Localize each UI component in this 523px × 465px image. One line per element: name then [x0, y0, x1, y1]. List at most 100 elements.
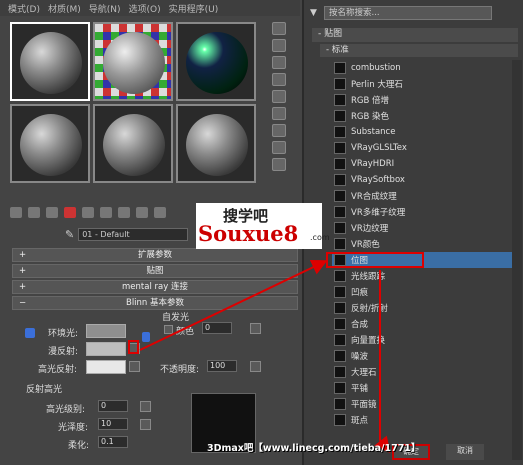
rollout-extended-parameters[interactable]: + 扩展参数 — [12, 248, 298, 262]
map-type-icon — [334, 350, 346, 362]
put-to-scene-icon[interactable] — [28, 206, 40, 218]
sample-sphere — [186, 114, 248, 176]
backlight-icon[interactable] — [272, 39, 286, 52]
ambient-diffuse-lock-icon[interactable] — [25, 328, 35, 338]
map-type-icon — [334, 190, 346, 202]
rollout-blinn-basic[interactable]: − Blinn 基本参数 — [12, 296, 298, 310]
map-item[interactable]: 大理石 — [332, 364, 522, 380]
sample-sphere — [20, 32, 82, 94]
opacity-label: 不透明度: — [160, 365, 200, 375]
self-illumination-map-button[interactable] — [250, 323, 261, 334]
show-in-viewport-icon[interactable] — [154, 206, 166, 218]
map-item[interactable]: 光线跟踪 — [332, 268, 522, 284]
map-item[interactable]: VR多维子纹理 — [332, 204, 522, 220]
map-type-icon — [334, 366, 346, 378]
map-item-label: VR边纹理 — [351, 224, 389, 234]
background-icon[interactable] — [272, 56, 286, 69]
map-item-label: VRaySoftbox — [351, 175, 405, 185]
map-item[interactable]: 反射/折射 — [332, 300, 522, 316]
sample-slot[interactable] — [176, 104, 256, 183]
sample-slot[interactable] — [176, 22, 256, 101]
specular-level-map-button[interactable] — [140, 401, 151, 412]
get-material-icon[interactable] — [10, 206, 22, 218]
menu-options[interactable]: 选项(O) — [129, 2, 161, 15]
assign-to-selection-icon[interactable] — [46, 206, 58, 218]
map-item[interactable]: Substance — [332, 124, 522, 140]
scrollbar[interactable] — [512, 60, 522, 460]
map-type-icon — [334, 334, 346, 346]
map-list: combustion Perlin 大理石 RGB 倍增 RGB 染色 Substanc… — [332, 60, 522, 428]
category-maps[interactable]: - 贴图 — [312, 28, 518, 42]
search-input[interactable]: 按名称搜索... — [324, 6, 492, 20]
menu-utilities[interactable]: 实用程序(U) — [169, 2, 219, 15]
rollout-maps[interactable]: + 贴图 — [12, 264, 298, 278]
menu-material[interactable]: 材质(M) — [48, 2, 81, 15]
opacity-map-button[interactable] — [250, 361, 261, 372]
sample-type-icon[interactable] — [272, 22, 286, 35]
bitmap-highlight — [326, 252, 424, 268]
map-type-icon — [334, 398, 346, 410]
glossiness-label: 光泽度: — [58, 423, 89, 433]
self-illumination-spinner[interactable]: 0 — [202, 322, 232, 334]
glossiness-spinner[interactable]: 10 — [98, 418, 128, 430]
map-item[interactable]: VRayGLSLTex — [332, 140, 522, 156]
map-item[interactable]: 凹痕 — [332, 284, 522, 300]
specular-color-swatch[interactable] — [86, 360, 126, 374]
make-unique-icon[interactable] — [100, 206, 112, 218]
subcategory-standard[interactable]: - 标准 — [320, 44, 518, 57]
self-illumination-group-label: 自发光 — [162, 313, 190, 323]
cancel-button[interactable]: 取消 — [446, 444, 484, 460]
diffuse-lock-icon[interactable] — [142, 332, 150, 342]
map-item[interactable]: combustion — [332, 60, 522, 76]
sample-slot[interactable] — [10, 22, 90, 101]
menu-bar: 模式(D) 材质(M) 导航(N) 选项(O) 实用程序(U) — [0, 0, 300, 16]
diffuse-color-swatch[interactable] — [86, 342, 126, 356]
map-item[interactable]: RGB 染色 — [332, 108, 522, 124]
copy-material-icon[interactable] — [82, 206, 94, 218]
material-name-field[interactable]: 01 - Default — [78, 228, 189, 241]
opacity-spinner[interactable]: 100 — [207, 360, 237, 372]
map-item[interactable]: 向量置换 — [332, 332, 522, 348]
put-to-library-icon[interactable] — [118, 206, 130, 218]
uv-tiling-icon[interactable] — [272, 73, 286, 86]
select-by-material-icon[interactable] — [272, 141, 286, 154]
video-check-icon[interactable] — [272, 90, 286, 103]
map-type-icon — [334, 94, 346, 106]
map-item[interactable]: 斑点 — [332, 412, 522, 428]
map-item[interactable]: VRaySoftbox — [332, 172, 522, 188]
options-icon[interactable] — [272, 124, 286, 137]
ambient-color-swatch[interactable] — [86, 324, 126, 338]
glossiness-map-button[interactable] — [140, 419, 151, 430]
menu-navigation[interactable]: 导航(N) — [89, 2, 121, 15]
specular-map-button[interactable] — [129, 361, 140, 372]
map-item-label: 向量置换 — [351, 336, 386, 346]
diffuse-map-highlight — [128, 340, 139, 354]
map-item-label: Perlin 大理石 — [351, 80, 403, 90]
sample-slot[interactable] — [93, 104, 173, 183]
map-item[interactable]: VR颜色 — [332, 236, 522, 252]
rollout-mental-ray[interactable]: + mental ray 连接 — [12, 280, 298, 294]
map-item[interactable]: Perlin 大理石 — [332, 76, 522, 92]
map-item[interactable]: 平铺 — [332, 380, 522, 396]
browser-menu-icon[interactable]: ▼ — [310, 8, 320, 18]
map-item[interactable]: VRayHDRI — [332, 156, 522, 172]
sample-slot[interactable] — [93, 22, 173, 101]
color-checkbox[interactable] — [164, 325, 173, 334]
material-id-icon[interactable] — [136, 206, 148, 218]
menu-mode[interactable]: 模式(D) — [8, 2, 40, 15]
material-navigator-icon[interactable] — [272, 158, 286, 171]
map-item[interactable]: 噪波 — [332, 348, 522, 364]
map-item[interactable]: 合成 — [332, 316, 522, 332]
map-item[interactable]: VR合成纹理 — [332, 188, 522, 204]
map-item[interactable]: 平面镜 — [332, 396, 522, 412]
sample-slot[interactable] — [10, 104, 90, 183]
map-item[interactable]: RGB 倍增 — [332, 92, 522, 108]
specular-level-label: 高光级别: — [46, 405, 86, 415]
make-preview-icon[interactable] — [272, 107, 286, 120]
specular-level-spinner[interactable]: 0 — [98, 400, 128, 412]
map-item-label: VR合成纹理 — [351, 192, 397, 202]
eyedropper-icon[interactable]: ✎ — [65, 228, 74, 241]
reset-icon[interactable] — [64, 206, 76, 218]
soften-spinner[interactable]: 0.1 — [98, 436, 128, 448]
map-item[interactable]: VR边纹理 — [332, 220, 522, 236]
